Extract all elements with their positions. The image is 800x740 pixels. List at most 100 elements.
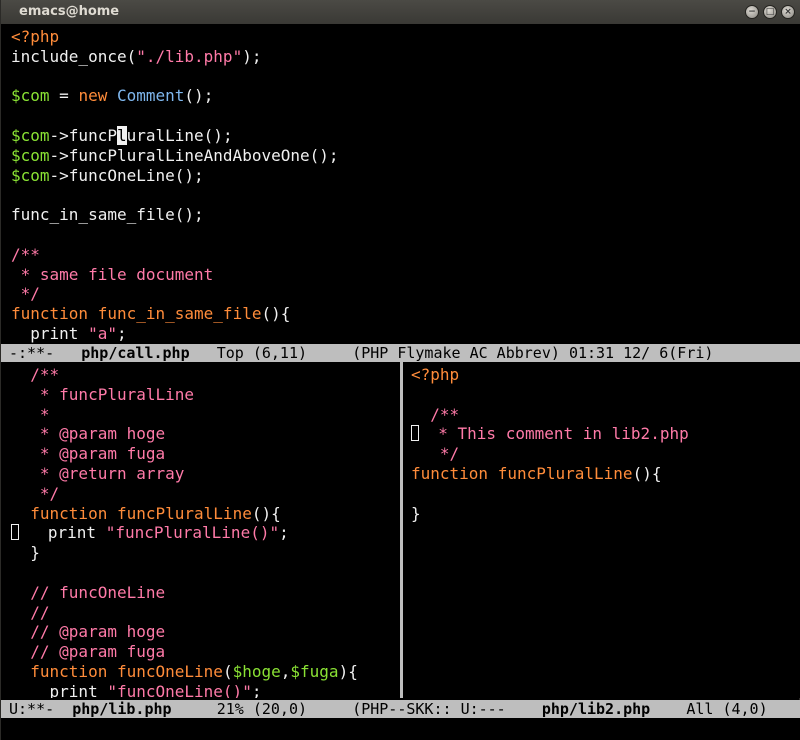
code-text: ->funcPluralLineAndAboveOne(); (49, 145, 339, 165)
code-line[interactable] (11, 563, 400, 583)
editor-pane-lib2-php[interactable]: <?php /** * This comment in lib2.php */f… (403, 362, 800, 698)
code-line[interactable]: function func_in_same_file(){ (11, 304, 800, 324)
variable-token: $com (11, 145, 50, 165)
modeline-status: U:**- (9, 700, 55, 718)
variable-token: $com (11, 125, 50, 145)
minibuffer[interactable] (1, 718, 800, 740)
modeline-buffer-name[interactable]: php/lib2.php (542, 700, 650, 718)
modeline-modes[interactable]: (PHP Flymake AC Abbrev) (352, 344, 560, 362)
window-controls: − □ × (745, 5, 795, 19)
minimize-icon[interactable]: − (745, 5, 759, 19)
modeline-status: U:--- (460, 700, 506, 718)
code-line[interactable]: * @param hoge (11, 424, 400, 444)
code-line[interactable]: * funcPluralLine (11, 385, 400, 405)
keyword-token: function (11, 304, 89, 324)
comment-token: // @param hoge (30, 622, 166, 642)
code-text: uralLine(); (126, 125, 233, 145)
code-line[interactable]: } (11, 543, 400, 563)
code-line[interactable]: } (411, 504, 800, 524)
code-line[interactable]: // @param fuga (11, 642, 400, 662)
mode-line-bottom[interactable]: U:**- php/lib.php 21% (20,0) (PHP--SKK::… (1, 700, 800, 718)
comment-token: */ (411, 444, 460, 464)
code-line[interactable]: // (11, 603, 400, 623)
code-line[interactable] (11, 225, 800, 245)
code-line[interactable] (411, 484, 800, 504)
string-token: "a" (88, 323, 117, 343)
comment-token: /** (430, 404, 460, 424)
code-line[interactable]: * (11, 405, 400, 425)
code-line[interactable]: /** (411, 405, 800, 425)
keyword-token: <?php (411, 365, 460, 384)
code-line[interactable]: * @return array (11, 464, 400, 484)
code-line[interactable]: $com->funcPluralLineAndAboveOne(); (11, 146, 800, 166)
code-text: (){ (261, 304, 291, 324)
code-area[interactable]: <?php /** * This comment in lib2.php */f… (403, 362, 800, 523)
code-line[interactable]: print "funcOneLine()"; (11, 682, 400, 698)
comment-token: /** (11, 244, 40, 264)
code-line[interactable]: */ (11, 284, 800, 304)
code-line[interactable]: // funcOneLine (11, 583, 400, 603)
code-line[interactable]: func_in_same_file(); (11, 205, 800, 225)
function-name-token: funcPluralLine (497, 463, 633, 483)
modeline-status: -:**- (9, 344, 55, 362)
code-line[interactable]: */ (411, 444, 800, 464)
emacs-window: emacs@home − □ × <?php include_once("./li… (0, 0, 800, 740)
code-line[interactable]: $com = new Comment(); (11, 86, 800, 106)
modeline-modes[interactable]: (PHP--SKK:: (352, 700, 460, 718)
close-icon[interactable]: × (781, 5, 795, 19)
keyword-token: function (411, 463, 489, 483)
comment-token: */ (11, 483, 60, 503)
string-token: "funcPluralLine()" (105, 523, 280, 543)
editor-pane-lib-php[interactable]: /** * funcPluralLine * * @param hoge * @… (1, 362, 400, 698)
modeline-buffer-name[interactable]: php/lib.php (72, 700, 171, 718)
code-text: (); (184, 86, 214, 106)
code-line[interactable]: $com->funcPluralLine(); (11, 125, 800, 146)
comment-token: */ (11, 284, 40, 304)
code-text: ; (116, 323, 127, 343)
code-line[interactable]: /** (11, 245, 800, 265)
maximize-icon[interactable]: □ (763, 5, 777, 19)
code-line[interactable] (11, 185, 800, 205)
comment-token: /** (30, 365, 60, 384)
code-line[interactable]: function funcPluralLine(){ (11, 504, 400, 524)
modeline-buffer-name[interactable]: php/call.php (81, 344, 189, 362)
code-area[interactable]: <?php include_once("./lib.php"); $com = ne… (1, 24, 800, 344)
code-line[interactable] (411, 385, 800, 405)
comment-token: // @param fuga (30, 642, 166, 662)
code-line[interactable]: function funcPluralLine(){ (411, 464, 800, 484)
code-line[interactable]: <?php (411, 365, 800, 385)
code-text: } (411, 503, 421, 523)
comment-token: * (11, 404, 50, 424)
code-line[interactable]: $com->funcOneLine(); (11, 166, 800, 186)
code-line[interactable] (11, 106, 800, 126)
code-line[interactable]: // @param hoge (11, 622, 400, 642)
function-name-token: func_in_same_file (97, 304, 262, 324)
code-line[interactable]: print "funcPluralLine()"; (11, 523, 400, 543)
code-line[interactable]: include_once("./lib.php"); (11, 47, 800, 67)
code-line[interactable] (11, 67, 800, 87)
code-text: ; (279, 523, 289, 543)
code-line[interactable]: */ (11, 484, 400, 504)
code-line[interactable]: * This comment in lib2.php (411, 424, 800, 444)
editor-pane-call-php[interactable]: <?php include_once("./lib.php"); $com = ne… (1, 24, 800, 344)
title-bar[interactable]: emacs@home − □ × (1, 0, 800, 24)
code-line[interactable]: print "a"; (11, 324, 800, 344)
code-line[interactable]: * same file document (11, 265, 800, 285)
code-line[interactable]: <?php (11, 27, 800, 47)
code-line[interactable]: /** (11, 365, 400, 385)
window-title: emacs@home (19, 4, 120, 19)
code-line[interactable]: * @param fuga (11, 444, 400, 464)
code-line[interactable]: function funcOneLine($hoge,$fuga){ (11, 662, 400, 682)
code-area[interactable]: /** * funcPluralLine * * @param hoge * @… (1, 362, 400, 698)
mode-line-top[interactable]: -:**- php/call.php Top (6,11) (PHP Flyma… (1, 344, 800, 362)
code-text: ->funcOneLine(); (49, 165, 204, 185)
keyword-token: new (78, 86, 108, 106)
code-text: print (11, 323, 89, 343)
function-name-token: funcOneLine (116, 661, 223, 681)
code-text: ( (222, 661, 233, 681)
